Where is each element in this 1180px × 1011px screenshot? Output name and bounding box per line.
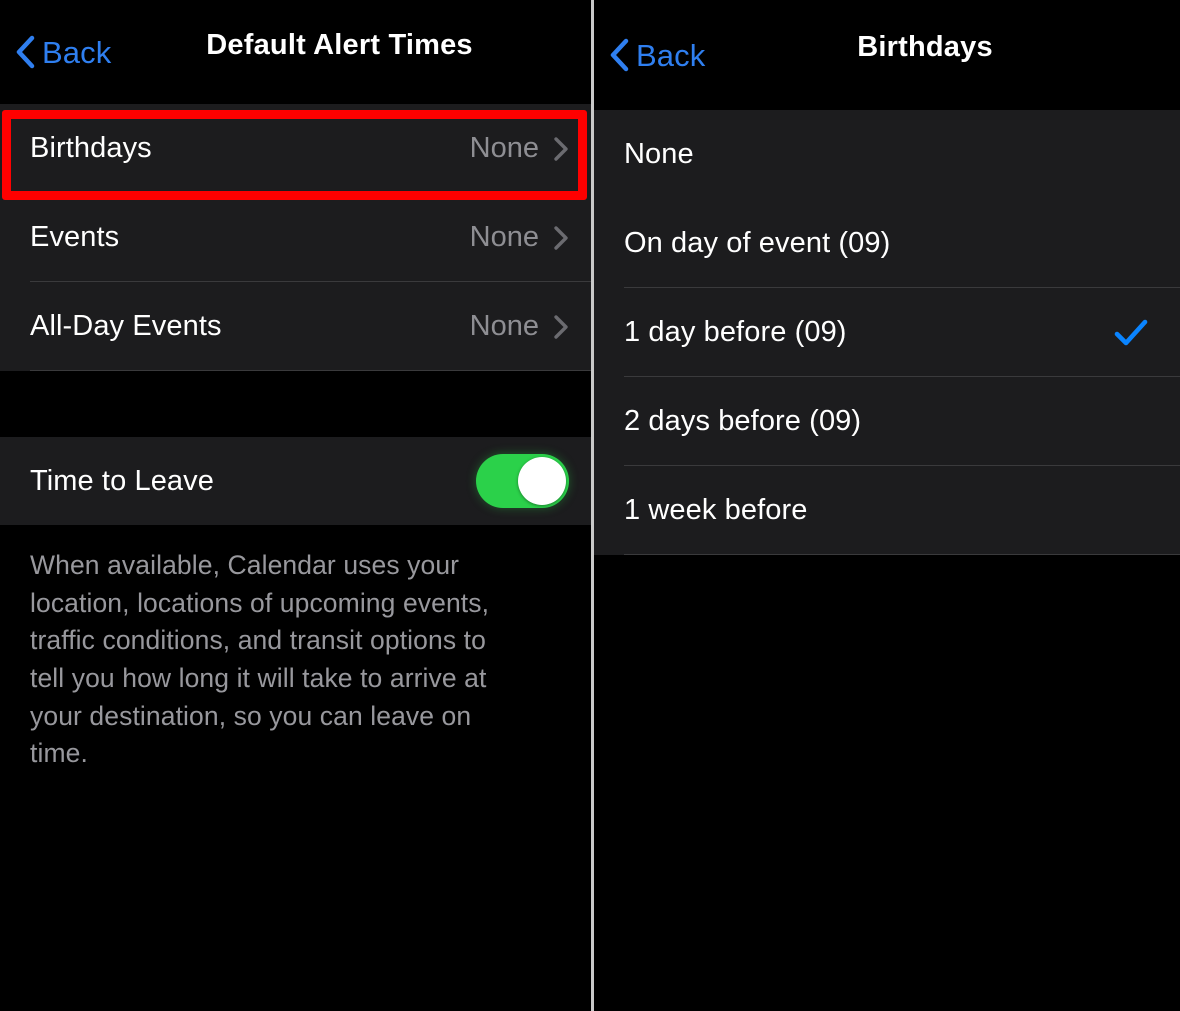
- back-button-label: Back: [42, 34, 112, 70]
- check-placeholder: [1114, 141, 1148, 169]
- section-gap: [0, 371, 591, 437]
- check-placeholder: [1114, 497, 1148, 525]
- chevron-right-icon: [554, 136, 568, 161]
- time-to-leave-group: Time to Leave: [0, 437, 591, 525]
- back-button-left[interactable]: Back: [0, 35, 111, 69]
- row-separator: [624, 554, 1180, 555]
- row-time-to-leave[interactable]: Time to Leave: [0, 437, 591, 525]
- chevron-right-icon: [554, 225, 568, 250]
- option-1-day-before-label: 1 day before (09): [624, 316, 847, 348]
- option-2-days-before-label: 2 days before (09): [624, 405, 862, 437]
- toggle-knob: [518, 457, 566, 505]
- option-2-days-before[interactable]: 2 days before (09): [594, 377, 1180, 466]
- left-navigation-bar: Back Default Alert Times: [0, 0, 591, 104]
- right-navigation-bar: Back Birthdays: [594, 0, 1180, 110]
- row-events-label: Events: [30, 221, 120, 253]
- chevron-left-icon: [16, 35, 35, 69]
- option-none[interactable]: None: [594, 110, 1180, 199]
- row-all-day-events-value: None: [469, 310, 539, 342]
- row-birthdays[interactable]: Birthdays None: [0, 104, 591, 193]
- checkmark-icon: [1114, 319, 1148, 345]
- default-alert-times-screen: Back Default Alert Times Birthdays None …: [0, 0, 591, 1011]
- option-1-week-before-label: 1 week before: [624, 494, 808, 526]
- chevron-left-icon: [610, 38, 629, 72]
- birthdays-options-group: None On day of event (09) 1 day before (…: [594, 110, 1180, 555]
- option-on-day-of-event-label: On day of event (09): [624, 227, 891, 259]
- default-alert-times-group: Birthdays None Events None All-Day Event…: [0, 104, 591, 371]
- row-birthdays-label: Birthdays: [30, 132, 152, 164]
- birthdays-alert-options-screen: Back Birthdays None On day of event (09)…: [594, 0, 1180, 1011]
- screenshot-root: Back Default Alert Times Birthdays None …: [0, 0, 1180, 1011]
- row-all-day-events[interactable]: All-Day Events None: [0, 282, 591, 371]
- option-1-day-before[interactable]: 1 day before (09): [594, 288, 1180, 377]
- check-placeholder: [1114, 408, 1148, 436]
- back-button-label: Back: [636, 37, 706, 73]
- row-separator: [30, 370, 591, 371]
- option-none-label: None: [624, 138, 694, 170]
- row-events[interactable]: Events None: [0, 193, 591, 282]
- time-to-leave-description: When available, Calendar uses your locat…: [30, 550, 490, 769]
- option-1-week-before[interactable]: 1 week before: [594, 466, 1180, 555]
- row-time-to-leave-label: Time to Leave: [30, 464, 214, 497]
- time-to-leave-toggle[interactable]: [476, 454, 569, 508]
- row-all-day-events-label: All-Day Events: [30, 310, 222, 342]
- row-events-value: None: [469, 221, 539, 253]
- chevron-right-icon: [554, 314, 568, 339]
- option-on-day-of-event[interactable]: On day of event (09): [594, 199, 1180, 288]
- row-birthdays-value: None: [469, 132, 539, 164]
- back-button-right[interactable]: Back: [594, 38, 705, 72]
- check-placeholder: [1114, 230, 1148, 258]
